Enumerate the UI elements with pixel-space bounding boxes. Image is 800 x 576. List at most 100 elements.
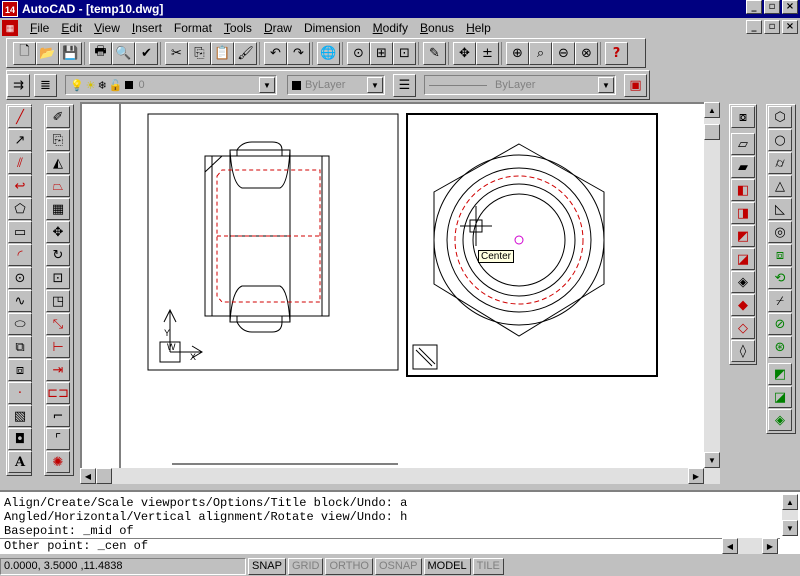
- help-icon[interactable]: ?: [605, 41, 628, 65]
- horizontal-scrollbar[interactable]: ◀ ▶: [80, 468, 720, 484]
- circle-icon[interactable]: ⊙: [8, 267, 32, 289]
- arc-icon[interactable]: ◜: [8, 244, 32, 266]
- doc-restore-button[interactable]: ▫: [764, 20, 780, 34]
- sphere-icon[interactable]: ○: [768, 129, 792, 151]
- command-scroll-right[interactable]: ▶: [762, 538, 778, 554]
- undo-icon[interactable]: ↶: [264, 41, 287, 65]
- check-icon[interactable]: ◊: [731, 340, 755, 362]
- scroll-left-arrow[interactable]: ◀: [80, 468, 96, 484]
- linetype-icon[interactable]: ☰: [393, 73, 416, 97]
- save-icon[interactable]: 💾: [59, 41, 82, 65]
- status-toggle-snap[interactable]: SNAP: [248, 557, 286, 575]
- spelling-icon[interactable]: ✔: [135, 41, 158, 65]
- slice-icon[interactable]: ⌿: [768, 290, 792, 312]
- rectangle-icon[interactable]: ▭: [8, 221, 32, 243]
- wedge-icon[interactable]: ◺: [768, 198, 792, 220]
- doc-close-button[interactable]: ×: [782, 20, 798, 34]
- make-block-icon[interactable]: ⧈: [8, 359, 32, 381]
- open-file-icon[interactable]: 📂: [36, 41, 59, 65]
- color-control-dropdown[interactable]: ByLayer ▼: [287, 75, 385, 95]
- menu-view[interactable]: View: [88, 21, 126, 35]
- object-snap-icon[interactable]: ⊙: [347, 41, 370, 65]
- menu-insert[interactable]: Insert: [126, 21, 168, 35]
- subtract-icon[interactable]: ◪: [768, 386, 792, 408]
- cylinder-icon[interactable]: ⌭: [768, 152, 792, 174]
- close-button[interactable]: ×: [782, 0, 798, 14]
- zoom-realtime-icon[interactable]: ±: [476, 41, 499, 65]
- command-scroll-down[interactable]: ▼: [782, 520, 798, 536]
- move-icon[interactable]: ✥: [46, 221, 70, 243]
- zoom-previous-icon[interactable]: ⊖: [552, 41, 575, 65]
- doc-minimize-button[interactable]: _: [746, 20, 762, 34]
- intersect-icon[interactable]: ◈: [768, 409, 792, 431]
- rotate-faces-icon[interactable]: ◩: [731, 225, 755, 247]
- box-icon[interactable]: ⬡: [768, 106, 792, 128]
- status-toggle-ortho[interactable]: ORTHO: [325, 557, 373, 575]
- autocad-app-icon[interactable]: 14: [2, 1, 18, 17]
- linetype-control-dropdown[interactable]: ByLayer ▼: [424, 75, 616, 95]
- interference-icon[interactable]: ⊛: [768, 336, 792, 358]
- coordinate-display[interactable]: 0.0000, 3.5000 ,11.4838: [0, 557, 246, 575]
- horizontal-scroll-thumb[interactable]: [96, 468, 112, 484]
- command-scroll-left[interactable]: ◀: [722, 538, 738, 554]
- new-file-icon[interactable]: 🗋: [13, 41, 36, 65]
- paper-space-canvas[interactable]: Y W X: [82, 104, 704, 468]
- move-faces-icon[interactable]: ▰: [731, 156, 755, 178]
- lengthen-icon[interactable]: ⤡: [46, 313, 70, 335]
- offset-icon[interactable]: ⏢: [46, 175, 70, 197]
- scroll-down-arrow[interactable]: ▼: [704, 452, 720, 468]
- print-preview-icon[interactable]: 🔍: [112, 41, 135, 65]
- multiline-text-icon[interactable]: A: [8, 451, 32, 473]
- rotate-icon[interactable]: ↻: [46, 244, 70, 266]
- chamfer-icon[interactable]: ⌐: [46, 405, 70, 427]
- status-toggle-tile[interactable]: TILE: [472, 557, 504, 575]
- viewport-top[interactable]: [406, 113, 658, 377]
- zoom-extents-icon[interactable]: ⊗: [575, 41, 598, 65]
- status-toggle-osnap[interactable]: OSNAP: [375, 557, 422, 575]
- ellipse-icon[interactable]: ⬭: [8, 313, 32, 335]
- linetype-dropdown-arrow[interactable]: ▼: [598, 77, 614, 93]
- menu-dimension[interactable]: Dimension: [298, 21, 367, 35]
- properties-icon[interactable]: ▣: [624, 73, 647, 97]
- match-properties-icon[interactable]: 🖌: [234, 41, 257, 65]
- menu-bonus[interactable]: Bonus: [414, 21, 460, 35]
- color-dropdown-arrow[interactable]: ▼: [367, 77, 383, 93]
- menu-tools[interactable]: Tools: [218, 21, 258, 35]
- document-icon[interactable]: ▦: [2, 20, 18, 36]
- command-prompt[interactable]: Other point: _cen of: [0, 539, 780, 553]
- vertical-scrollbar[interactable]: ▲ ▼: [704, 102, 720, 468]
- taper-faces-icon[interactable]: ◪: [731, 248, 755, 270]
- make-object-layer-current-icon[interactable]: ⇉: [7, 73, 30, 97]
- delete-faces-icon[interactable]: ◨: [731, 202, 755, 224]
- multiline-icon[interactable]: ⫽: [8, 152, 32, 174]
- print-icon[interactable]: 🖶: [89, 41, 112, 65]
- viewport-front[interactable]: Y W X: [147, 113, 399, 371]
- drawing-area[interactable]: Y W X Center: [80, 102, 704, 468]
- menu-help[interactable]: Help: [460, 21, 497, 35]
- hatch-icon[interactable]: ▧: [8, 405, 32, 427]
- named-ucs-icon[interactable]: ⊞: [370, 41, 393, 65]
- cut-icon[interactable]: ✂: [165, 41, 188, 65]
- offset-faces-icon[interactable]: ◧: [731, 179, 755, 201]
- copy-object-icon[interactable]: ⎘: [46, 129, 70, 151]
- redo-icon[interactable]: ↷: [287, 41, 310, 65]
- explode-icon[interactable]: ✺: [46, 451, 70, 473]
- layer-control-dropdown[interactable]: 💡 ☀ ❄ 🔓 0 ▼: [65, 75, 277, 95]
- scale-icon[interactable]: ⊡: [46, 267, 70, 289]
- torus-icon[interactable]: ◎: [768, 221, 792, 243]
- vertical-scroll-thumb[interactable]: [704, 124, 720, 140]
- union-icon[interactable]: ◩: [768, 363, 792, 385]
- extrude-faces-icon[interactable]: ▱: [731, 133, 755, 155]
- point-icon[interactable]: ·: [8, 382, 32, 404]
- maximize-button[interactable]: ▫: [764, 0, 780, 14]
- extrude-icon[interactable]: ⧈: [768, 244, 792, 266]
- inquiry-icon[interactable]: ⊡: [393, 41, 416, 65]
- section-icon[interactable]: ⊘: [768, 313, 792, 335]
- command-window[interactable]: Align/Create/Scale viewports/Options/Tit…: [0, 490, 800, 554]
- shell-icon[interactable]: ◇: [731, 317, 755, 339]
- break-icon[interactable]: ⊏⊐: [46, 382, 70, 404]
- status-toggle-model[interactable]: MODEL: [423, 557, 471, 575]
- erase-icon[interactable]: ✐: [46, 106, 70, 128]
- aerial-view-icon[interactable]: ⊕: [506, 41, 529, 65]
- menu-modify[interactable]: Modify: [367, 21, 414, 35]
